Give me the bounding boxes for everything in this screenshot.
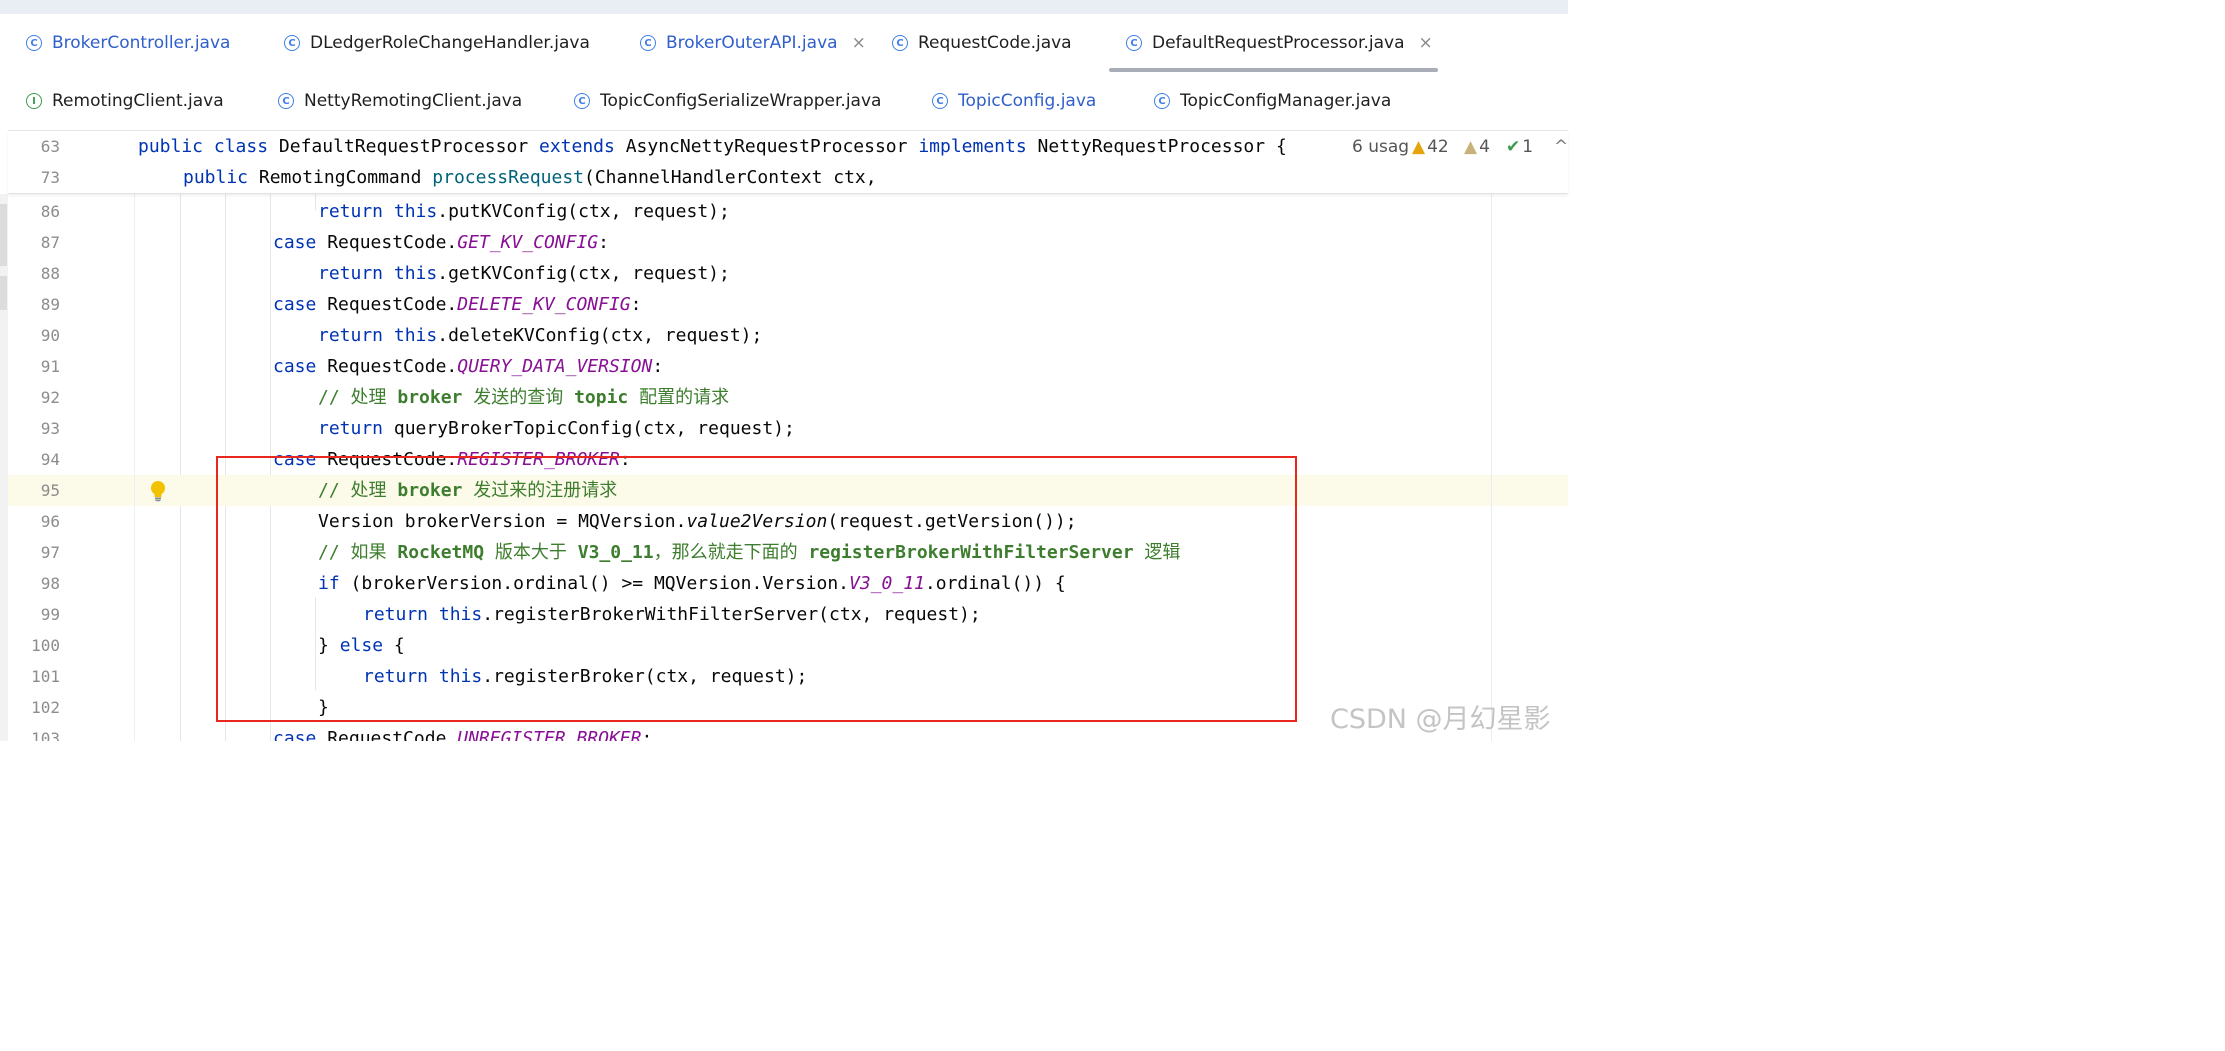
tab-netty-remoting-client[interactable]: C NettyRemotingClient.java [278, 72, 522, 130]
class-icon: C [1154, 93, 1170, 109]
code-line[interactable]: 89 case RequestCode.DELETE_KV_CONFIG: [8, 289, 1568, 320]
tab-label: RequestCode.java [918, 33, 1072, 53]
line-number: 102 [31, 698, 60, 717]
gutter-separator [134, 194, 135, 741]
tab-label: DLedgerRoleChangeHandler.java [310, 33, 590, 53]
highlight-annotation-box [216, 456, 1297, 722]
tab-label: TopicConfigManager.java [1180, 91, 1392, 111]
line-number: 89 [40, 295, 60, 314]
tab-label: RemotingClient.java [52, 91, 224, 111]
tab-default-request-processor[interactable]: C DefaultRequestProcessor.java × [1126, 14, 1433, 72]
code-text: return queryBrokerTopicConfig(ctx, reque… [318, 418, 795, 439]
class-icon: C [574, 93, 590, 109]
line-number: 90 [40, 326, 60, 345]
tab-remoting-client[interactable]: I RemotingClient.java [26, 72, 224, 130]
code-text: return this.deleteKVConfig(ctx, request)… [318, 325, 763, 346]
tab-broker-controller[interactable]: C BrokerController.java [26, 14, 230, 72]
line-number: 94 [40, 450, 60, 469]
line-number: 97 [40, 543, 60, 562]
editor-tab-row-1: C BrokerController.java C DLedgerRoleCha… [8, 14, 1568, 72]
code-text: case RequestCode.UNREGISTER_BROKER: [273, 728, 653, 741]
left-tool-strip [0, 194, 8, 741]
line-number: 96 [40, 512, 60, 531]
code-line[interactable]: 93 return queryBrokerTopicConfig(ctx, re… [8, 413, 1568, 444]
tab-label: NettyRemotingClient.java [304, 91, 523, 111]
code-text: public RemotingCommand processRequest(Ch… [183, 167, 877, 188]
tab-label: BrokerOuterAPI.java [666, 33, 838, 53]
tab-label: TopicConfig.java [958, 91, 1097, 111]
code-line[interactable]: 92 // 处理 broker 发送的查询 topic 配置的请求 [8, 382, 1568, 413]
class-icon: C [284, 35, 300, 51]
line-number: 101 [31, 667, 60, 686]
editor-tab-row-2: I RemotingClient.java C NettyRemotingCli… [8, 72, 1568, 131]
code-text: return this.putKVConfig(ctx, request); [318, 201, 730, 222]
line-number: 98 [40, 574, 60, 593]
line-number: 87 [40, 233, 60, 252]
code-line[interactable]: 86 return this.putKVConfig(ctx, request)… [8, 196, 1568, 227]
class-icon: C [640, 35, 656, 51]
line-number: 103 [31, 729, 60, 741]
code-text: public class DefaultRequestProcessor ext… [138, 136, 1287, 157]
class-icon: C [26, 35, 42, 51]
tab-dledger-role-change-handler[interactable]: C DLedgerRoleChangeHandler.java [284, 14, 590, 72]
code-text: return this.getKVConfig(ctx, request); [318, 263, 730, 284]
typos-counter[interactable]: ✔ 1 [1506, 131, 1533, 162]
line-number: 93 [40, 419, 60, 438]
sticky-scroll-header[interactable]: 63 public class DefaultRequestProcessor … [8, 131, 1568, 194]
code-text: case RequestCode.GET_KV_CONFIG: [273, 232, 609, 253]
tab-request-code[interactable]: C RequestCode.java [892, 14, 1072, 72]
line-number: 100 [31, 636, 60, 655]
lightbulb-icon[interactable] [149, 480, 167, 502]
code-line[interactable]: 90 return this.deleteKVConfig(ctx, reque… [8, 320, 1568, 351]
class-icon: C [932, 93, 948, 109]
warnings-counter[interactable]: ▲ 42 [1412, 131, 1449, 162]
code-text: case RequestCode.QUERY_DATA_VERSION: [273, 356, 664, 377]
watermark: CSDN @月幻星影 [1330, 704, 1551, 735]
tab-topic-config-serialize-wrapper[interactable]: C TopicConfigSerializeWrapper.java [574, 72, 881, 130]
code-line[interactable]: 88 return this.getKVConfig(ctx, request)… [8, 258, 1568, 289]
chevron-up-icon[interactable]: ^ [1554, 131, 1568, 162]
typo-check-icon: ✔ [1506, 136, 1521, 157]
class-icon: C [1126, 35, 1142, 51]
line-number: 95 [40, 481, 60, 500]
close-icon[interactable]: × [1419, 33, 1433, 53]
tab-topic-config-manager[interactable]: C TopicConfigManager.java [1154, 72, 1391, 130]
tab-label: TopicConfigSerializeWrapper.java [600, 91, 882, 111]
usages-hint[interactable]: 6 usag [1352, 131, 1409, 162]
line-number: 88 [40, 264, 60, 283]
line-number: 91 [40, 357, 60, 376]
line-number: 63 [40, 137, 60, 156]
code-comment: // 处理 broker 发送的查询 topic 配置的请求 [318, 387, 730, 408]
code-line[interactable]: 87 case RequestCode.GET_KV_CONFIG: [8, 227, 1568, 258]
class-icon: C [892, 35, 908, 51]
tab-topic-config[interactable]: C TopicConfig.java [932, 72, 1096, 130]
tab-label: BrokerController.java [52, 33, 231, 53]
window-top-strip [0, 0, 1568, 14]
warning-icon: ▲ [1412, 136, 1426, 157]
tab-broker-outer-api[interactable]: C BrokerOuterAPI.java × [640, 14, 866, 72]
code-text: case RequestCode.DELETE_KV_CONFIG: [273, 294, 642, 315]
line-number: 92 [40, 388, 60, 407]
tab-label: DefaultRequestProcessor.java [1152, 33, 1405, 53]
sticky-line[interactable]: 63 public class DefaultRequestProcessor … [8, 131, 1568, 162]
code-line[interactable]: 91 case RequestCode.QUERY_DATA_VERSION: [8, 351, 1568, 382]
interface-icon: I [26, 93, 42, 109]
class-icon: C [278, 93, 294, 109]
line-number: 86 [40, 202, 60, 221]
close-icon[interactable]: × [852, 33, 866, 53]
sticky-line[interactable]: 73 public RemotingCommand processRequest… [8, 162, 1568, 193]
line-number: 73 [40, 168, 60, 187]
right-margin-guide [1491, 194, 1492, 741]
line-number: 99 [40, 605, 60, 624]
weak-warning-icon: ▲ [1464, 136, 1478, 157]
weak-warnings-counter[interactable]: ▲ 4 [1464, 131, 1490, 162]
